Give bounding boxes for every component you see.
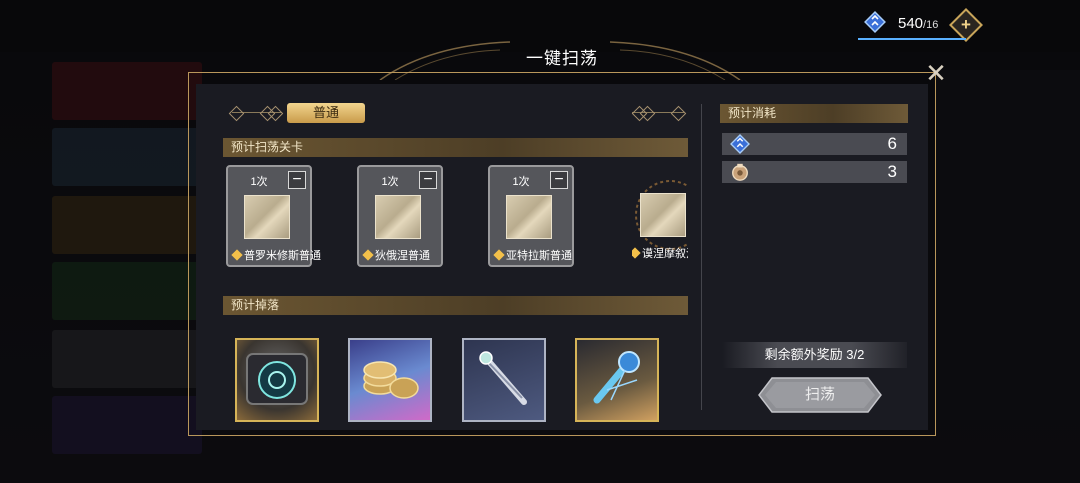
difficulty-diamond-icon xyxy=(362,249,374,261)
minus-button[interactable]: − xyxy=(550,171,568,189)
drops-header: 预计掉落 xyxy=(223,296,688,315)
stages-header: 预计扫荡关卡 xyxy=(223,138,688,157)
stage-name-text: 亚特拉斯普通 xyxy=(506,250,572,262)
stamina-counter: 540/16 + xyxy=(858,8,983,42)
drop-item[interactable] xyxy=(575,338,659,422)
wrench-material-icon xyxy=(479,351,527,405)
stamina-icon xyxy=(730,134,750,154)
stamina-max: /16 xyxy=(923,19,939,31)
close-icon[interactable]: ✕ xyxy=(924,60,948,86)
difficulty-diamond-icon xyxy=(493,249,505,261)
stage-card[interactable]: 1次 − 亚特拉斯普通 xyxy=(488,165,574,267)
extra-reward-remaining: 剩余额外奖励 3/2 xyxy=(722,342,907,368)
drop-item[interactable] xyxy=(235,338,319,422)
stage-name: 亚特拉斯普通 xyxy=(490,247,572,263)
stage-map-thumbnail xyxy=(244,195,290,239)
cost-row: 6 xyxy=(722,133,907,155)
stamina-icon xyxy=(864,11,886,33)
cost-header: 预计消耗 xyxy=(720,104,908,123)
stage-map-thumbnail xyxy=(640,193,686,237)
stage-name-text: 狄俄涅普通 xyxy=(375,250,430,262)
disc-material-icon xyxy=(246,353,308,405)
plus-icon: + xyxy=(961,15,971,34)
minus-button[interactable]: − xyxy=(419,171,437,189)
drop-item[interactable] xyxy=(348,338,432,422)
stage-map-thumbnail xyxy=(506,195,552,239)
stage-count: 1次 xyxy=(512,176,530,188)
drop-item[interactable] xyxy=(462,338,546,422)
difficulty-diamond-icon xyxy=(231,249,243,261)
sweep-button[interactable]: 扫荡 xyxy=(758,377,882,413)
blue-crystal-material-icon xyxy=(593,351,640,404)
coins-icon xyxy=(363,361,419,399)
stage-map-thumbnail xyxy=(375,195,421,239)
sweep-button-label: 扫荡 xyxy=(804,386,835,403)
stamina-current: 540 xyxy=(898,15,924,32)
minus-button[interactable]: − xyxy=(288,171,306,189)
column-divider xyxy=(701,104,702,410)
stage-name-text: 普罗米修斯普通 xyxy=(244,250,321,262)
stage-card[interactable]: 1次 − 普罗米修斯普通 xyxy=(226,165,321,267)
cost-value: 3 xyxy=(887,162,897,181)
stamina-underline xyxy=(858,38,966,40)
dialog-title: 一键扫荡 xyxy=(526,49,598,68)
stage-count: 1次 xyxy=(381,176,399,188)
stamina-value: 540/16 xyxy=(898,15,938,32)
cost-row: 3 xyxy=(722,161,907,183)
difficulty-diamond-icon xyxy=(632,247,641,259)
sweep-ticket-icon xyxy=(732,163,748,181)
stage-card[interactable]: 谟涅摩叙涅 xyxy=(632,165,688,267)
stage-name: 狄俄涅普通 xyxy=(359,247,441,263)
stage-name: 谟涅摩叙涅 xyxy=(632,245,688,261)
cost-value: 6 xyxy=(887,134,897,153)
stage-count: 1次 xyxy=(250,176,268,188)
tab-normal[interactable]: 普通 xyxy=(287,103,365,123)
stage-name-text: 谟涅摩叙涅 xyxy=(642,248,688,260)
stage-name: 普罗米修斯普通 xyxy=(228,247,321,263)
stage-card[interactable]: 1次 − 狄俄涅普通 xyxy=(357,165,443,267)
